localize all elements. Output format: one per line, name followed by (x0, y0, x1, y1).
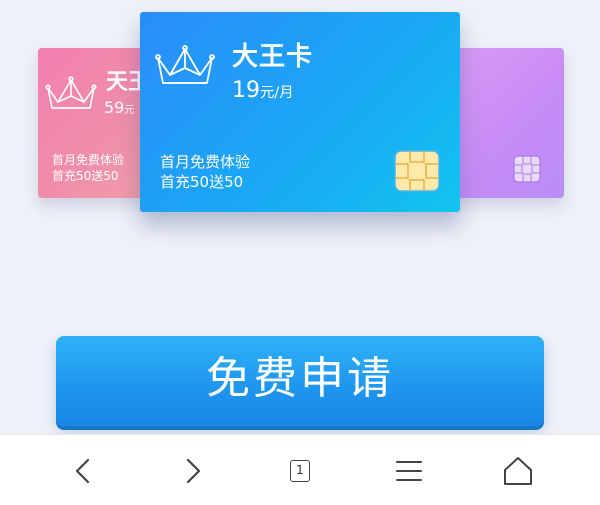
card-name: 大王卡 (232, 42, 314, 72)
sim-chip-icon (394, 150, 440, 192)
plan-card-dawang[interactable]: 大王卡 19元/月 首月免费体验 首充50送50 (140, 12, 460, 212)
promo-line-topup: 首充50送50 (160, 173, 244, 192)
crown-icon (155, 45, 215, 84)
tab-count: 1 (290, 460, 310, 482)
price-unit: 元/月 (260, 85, 294, 101)
home-icon[interactable] (498, 451, 538, 491)
card-promo: 首月免费体验 首充50送50 (52, 152, 124, 184)
tabs-button[interactable]: 1 (281, 451, 321, 491)
card-promo: 首月免费体验 首充50送50 (160, 152, 250, 193)
promo-line-free-month: 首月免费体验 (160, 153, 251, 171)
apply-free-button[interactable]: 免费申请 (56, 336, 544, 426)
price-value: 59 (104, 98, 125, 117)
chevron-right-icon[interactable] (172, 451, 212, 491)
card-carousel[interactable]: 天王 59元 首月免费体验 首充50送50 大王卡 19元/月 首月免费体验 首… (0, 0, 600, 330)
price-unit: 元 (124, 105, 135, 116)
browser-toolbar: 1 (0, 434, 600, 505)
chevron-left-icon[interactable] (64, 451, 104, 491)
card-price: 19元/月 (232, 78, 294, 103)
crown-icon (45, 76, 97, 109)
menu-icon[interactable] (389, 451, 429, 491)
card-price: 59元 (104, 98, 134, 117)
promo-line-topup: 首充50送50 (52, 169, 119, 184)
price-value: 19 (232, 78, 260, 103)
promo-line-free-month: 首月免费体验 (52, 153, 125, 167)
sim-chip-icon (513, 155, 541, 183)
